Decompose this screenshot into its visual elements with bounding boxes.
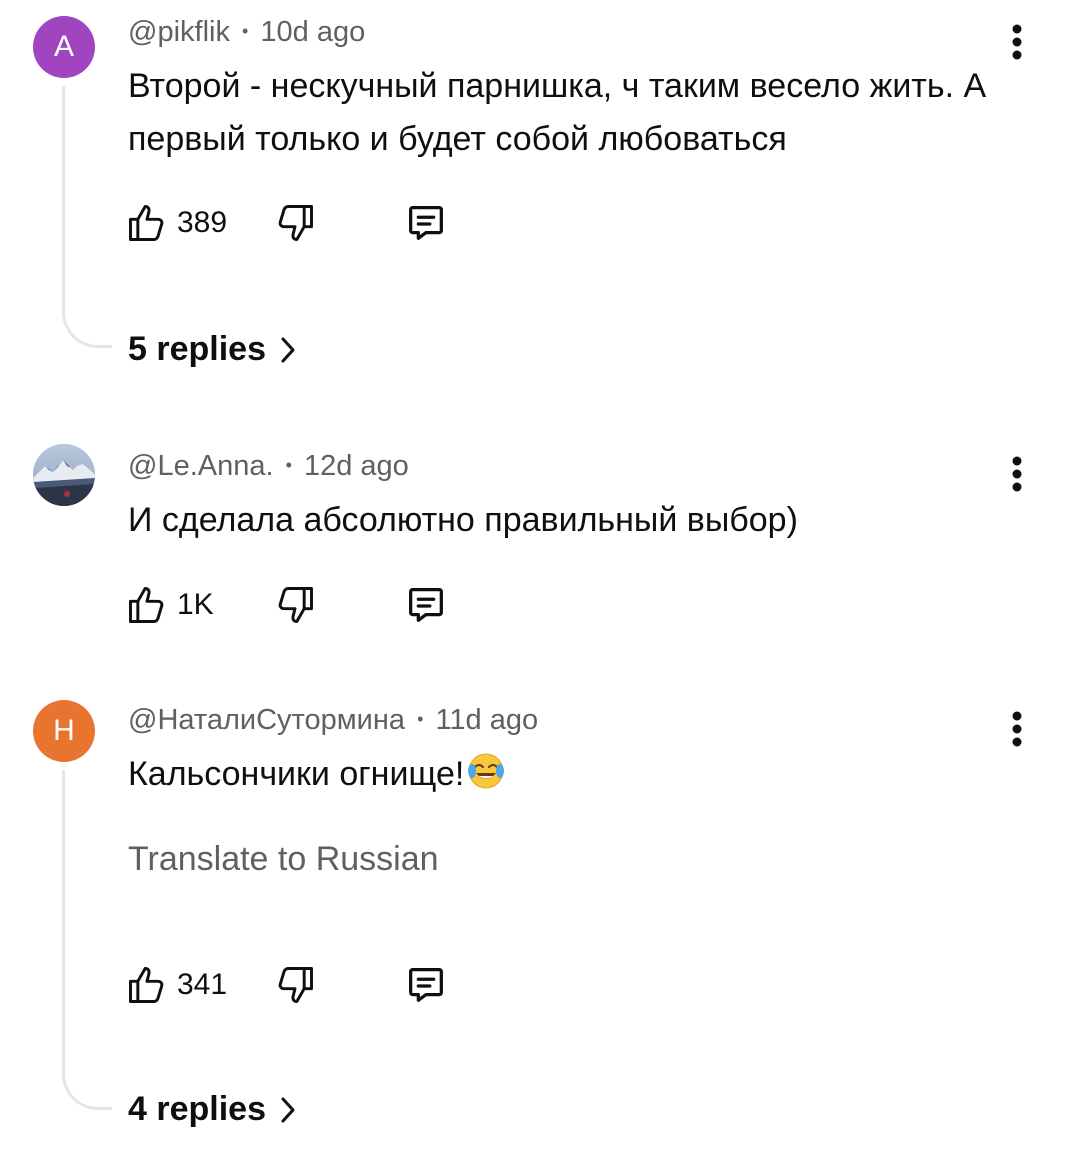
dislike-button[interactable] bbox=[273, 580, 317, 630]
comment-text-body: Кальсончики огнище! bbox=[128, 755, 465, 793]
comment-text: Кальсончики огнище! bbox=[128, 748, 1028, 807]
meta-separator: • bbox=[242, 21, 249, 41]
reply-button[interactable] bbox=[403, 580, 449, 630]
dislike-button[interactable] bbox=[273, 198, 317, 248]
comment-author[interactable]: @НаталиСутормина bbox=[128, 704, 405, 736]
comment-actions: 341 bbox=[125, 960, 525, 1010]
comment-meta: @Le.Anna. • 12d ago bbox=[128, 450, 409, 483]
chevron-right-icon bbox=[281, 337, 295, 362]
comment-meta: @pikflik • 10d ago bbox=[128, 16, 365, 49]
comment-actions: 1K bbox=[125, 580, 525, 630]
translate-button[interactable]: Translate to Russian bbox=[128, 840, 439, 879]
thumbs-up-icon bbox=[129, 205, 164, 241]
dislike-button[interactable] bbox=[273, 960, 317, 1010]
like-button[interactable]: 341 bbox=[125, 960, 227, 1010]
comment-actions: 389 bbox=[125, 198, 525, 248]
like-count: 1K bbox=[177, 588, 214, 621]
more-options-button[interactable] bbox=[1001, 452, 1033, 496]
thumbs-down-icon bbox=[278, 205, 313, 241]
comment-reply-icon bbox=[409, 968, 443, 1002]
reply-button[interactable] bbox=[403, 198, 449, 248]
comment-text: И сделала абсолютно правильный выбор) bbox=[128, 501, 798, 539]
thumbs-up-icon bbox=[129, 587, 164, 623]
avatar[interactable]: A bbox=[33, 16, 95, 78]
comment-time: 10d ago bbox=[260, 16, 366, 48]
kebab-menu-icon bbox=[1012, 456, 1022, 492]
replies-label: 5 replies bbox=[128, 330, 266, 368]
comment-author[interactable]: @pikflik bbox=[128, 16, 230, 48]
view-replies-button[interactable]: 4 replies bbox=[128, 1090, 296, 1129]
comment-reply-icon bbox=[409, 206, 443, 240]
avatar[interactable]: Н bbox=[33, 700, 95, 762]
reply-button[interactable] bbox=[403, 960, 449, 1010]
comment-time: 11d ago bbox=[435, 704, 539, 736]
thumbs-up-icon bbox=[129, 967, 164, 1003]
avatar[interactable] bbox=[33, 444, 95, 506]
thumbs-down-icon bbox=[278, 967, 313, 1003]
thread-line bbox=[62, 86, 112, 348]
replies-label: 4 replies bbox=[128, 1090, 266, 1128]
thumbs-down-icon bbox=[278, 587, 313, 623]
more-options-button[interactable] bbox=[1001, 20, 1033, 64]
kebab-menu-icon bbox=[1012, 711, 1022, 747]
like-button[interactable]: 389 bbox=[125, 198, 227, 248]
comment-meta: @НаталиСутормина • 11d ago bbox=[128, 704, 538, 737]
view-replies-button[interactable]: 5 replies bbox=[128, 330, 296, 369]
meta-separator: • bbox=[285, 455, 292, 475]
comment-author[interactable]: @Le.Anna. bbox=[128, 450, 274, 482]
comment-text: Второй - нескучный парнишка, ч таким вес… bbox=[128, 67, 987, 158]
chevron-right-icon bbox=[281, 1097, 295, 1122]
like-count: 341 bbox=[177, 968, 228, 1001]
thread-line bbox=[62, 770, 112, 1110]
comment-reply-icon bbox=[409, 588, 443, 622]
like-button[interactable]: 1K bbox=[125, 580, 214, 630]
like-count: 389 bbox=[177, 206, 228, 239]
kebab-menu-icon bbox=[1012, 24, 1022, 60]
comment-time: 12d ago bbox=[303, 450, 409, 482]
more-options-button[interactable] bbox=[1001, 707, 1033, 751]
mountain-photo-avatar bbox=[33, 444, 95, 506]
tears-of-joy-emoji-icon bbox=[466, 751, 506, 807]
meta-separator: • bbox=[417, 709, 424, 729]
